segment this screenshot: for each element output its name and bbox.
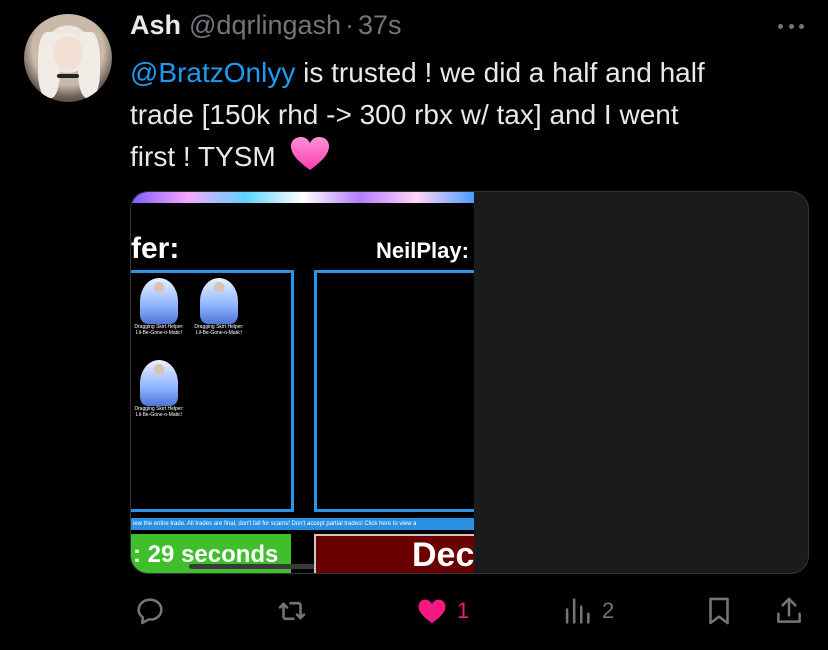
avatar-face bbox=[54, 36, 82, 70]
pink-heart-icon bbox=[290, 137, 329, 170]
item-caption: Lil-Be-Gone-o-Matic! bbox=[135, 412, 183, 418]
reply-icon bbox=[137, 598, 163, 625]
like-button[interactable]: 1 bbox=[415, 586, 469, 636]
trade-item: Dragging Skirt Helper: Lil-Be-Gone-o-Mat… bbox=[131, 278, 187, 336]
author-name[interactable]: Ash bbox=[130, 10, 181, 41]
tweet-media[interactable]: fer: NeilPlay: Dragging Skirt Helper: Li… bbox=[130, 191, 809, 574]
trade-notice: iew the entire trade. All trades are fin… bbox=[131, 518, 474, 530]
bookmark-button[interactable] bbox=[702, 586, 736, 636]
views-button[interactable]: 2 bbox=[560, 586, 614, 636]
heart-filled-icon bbox=[418, 599, 446, 624]
retweet-icon bbox=[278, 601, 306, 621]
trade-item: Dragging Skirt Helper: Lil-Be-Gone-o-Mat… bbox=[131, 360, 187, 418]
tweet-text-line3: first ! TYSM bbox=[130, 141, 276, 172]
skirt-item-icon bbox=[140, 278, 178, 324]
more-options-icon[interactable] bbox=[778, 20, 804, 32]
tweet-text: @BratzOnlyy is trusted ! we did a half a… bbox=[130, 52, 810, 178]
skirt-item-icon bbox=[200, 278, 238, 324]
avatar-hair-right bbox=[78, 32, 100, 98]
decline-button: Dec bbox=[314, 534, 474, 573]
partner-label: NeilPlay: bbox=[376, 238, 469, 263]
like-count: 1 bbox=[457, 598, 470, 623]
header-separator: · bbox=[345, 10, 355, 40]
item-caption: Lil-Be-Gone-o-Matic! bbox=[195, 330, 243, 336]
item-caption: Lil-Be-Gone-o-Matic! bbox=[135, 330, 183, 336]
tweet-text-line1: is trusted ! we did a half and half bbox=[295, 57, 705, 88]
avatar[interactable] bbox=[24, 14, 112, 102]
share-button[interactable] bbox=[772, 586, 806, 636]
tweet-header: Ash @dqrlingash · 37s bbox=[130, 10, 402, 46]
bookmark-icon bbox=[709, 597, 729, 625]
views-icon bbox=[565, 598, 590, 624]
skirt-item-icon bbox=[140, 360, 178, 406]
author-handle[interactable]: @dqrlingash bbox=[189, 10, 341, 41]
trade-banner bbox=[131, 192, 474, 203]
trade-item: Dragging Skirt Helper: Lil-Be-Gone-o-Mat… bbox=[191, 278, 247, 336]
share-icon bbox=[777, 597, 801, 623]
retweet-button[interactable] bbox=[275, 586, 317, 636]
reply-button[interactable] bbox=[133, 586, 175, 636]
trade-screenshot[interactable]: fer: NeilPlay: Dragging Skirt Helper: Li… bbox=[131, 192, 474, 573]
avatar-choker bbox=[57, 74, 79, 78]
tweet-actions: 1 2 bbox=[0, 586, 828, 636]
mention-link[interactable]: @BratzOnlyy bbox=[130, 57, 295, 88]
tweet-text-line2: trade [150k rhd -> 300 rbx w/ tax] and I… bbox=[130, 99, 679, 130]
views-count: 2 bbox=[602, 598, 615, 623]
tweet-time[interactable]: 37s bbox=[358, 10, 402, 41]
partner-offer-box bbox=[314, 270, 474, 512]
offer-label: fer: bbox=[131, 232, 180, 265]
